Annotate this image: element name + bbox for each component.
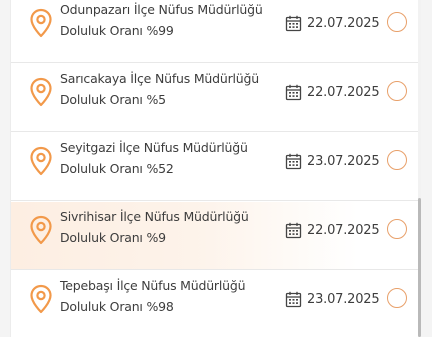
date-text: 23.07.2025 [307, 153, 380, 169]
office-row-seyitgazi[interactable]: Seyitgazi İlçe Nüfus Müdürlüğü Doluluk O… [11, 133, 419, 201]
office-row-saricakaya[interactable]: Sarıcakaya İlçe Nüfus Müdürlüğü Doluluk … [11, 64, 419, 132]
office-row-sivrihisar[interactable]: Sivrihisar İlçe Nüfus Müdürlüğü Doluluk … [11, 202, 419, 270]
appointment-date: 23.07.2025 [285, 290, 380, 308]
select-radio[interactable] [387, 81, 407, 101]
calendar-icon [285, 84, 302, 100]
occupancy-rate: Doluluk Oranı %98 [60, 299, 174, 314]
office-name: Tepebaşı İlçe Nüfus Müdürlüğü [60, 278, 246, 293]
appointment-date: 22.07.2025 [285, 83, 380, 101]
location-pin-icon [30, 77, 52, 107]
date-text: 23.07.2025 [307, 291, 380, 307]
occupancy-rate: Doluluk Oranı %9 [60, 230, 166, 245]
scrollbar[interactable] [418, 0, 421, 337]
office-list-panel: Odunpazarı İlçe Nüfus Müdürlüğü Doluluk … [10, 0, 419, 337]
occupancy-rate: Doluluk Oranı %5 [60, 92, 166, 107]
location-pin-icon [30, 146, 52, 176]
date-text: 22.07.2025 [307, 15, 380, 31]
office-name: Sarıcakaya İlçe Nüfus Müdürlüğü [60, 71, 259, 86]
office-row-odunpazari[interactable]: Odunpazarı İlçe Nüfus Müdürlüğü Doluluk … [11, 0, 419, 63]
location-pin-icon [30, 8, 52, 38]
calendar-icon [285, 153, 302, 169]
calendar-icon [285, 291, 302, 307]
select-radio[interactable] [387, 288, 407, 308]
occupancy-rate: Doluluk Oranı %52 [60, 161, 174, 176]
date-text: 22.07.2025 [307, 84, 380, 100]
select-radio[interactable] [387, 12, 407, 32]
appointment-date: 23.07.2025 [285, 152, 380, 170]
location-pin-icon [30, 215, 52, 245]
date-text: 22.07.2025 [307, 222, 380, 238]
calendar-icon [285, 222, 302, 238]
calendar-icon [285, 15, 302, 31]
appointment-date: 22.07.2025 [285, 14, 380, 32]
appointment-date: 22.07.2025 [285, 221, 380, 239]
select-radio[interactable] [387, 150, 407, 170]
office-name: Odunpazarı İlçe Nüfus Müdürlüğü [60, 2, 263, 17]
select-radio[interactable] [387, 219, 407, 239]
occupancy-rate: Doluluk Oranı %99 [60, 23, 174, 38]
scrollbar-thumb[interactable] [418, 198, 421, 337]
office-name: Seyitgazi İlçe Nüfus Müdürlüğü [60, 140, 248, 155]
location-pin-icon [30, 284, 52, 314]
office-row-tepebasi[interactable]: Tepebaşı İlçe Nüfus Müdürlüğü Doluluk Or… [11, 271, 419, 337]
office-name: Sivrihisar İlçe Nüfus Müdürlüğü [60, 209, 249, 224]
